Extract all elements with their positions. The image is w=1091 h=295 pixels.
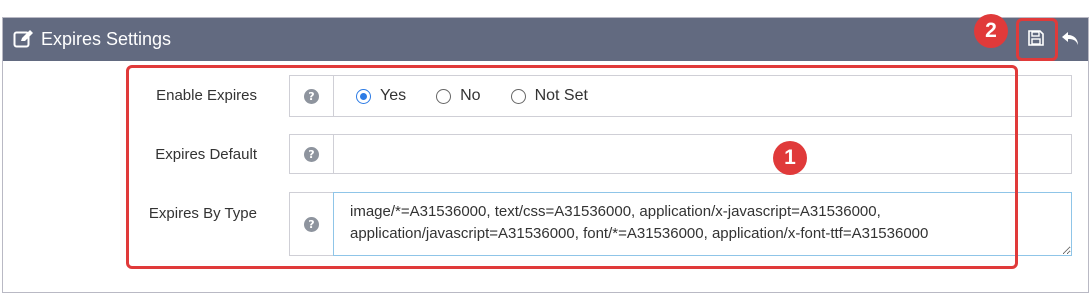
radio-not-set-dot[interactable] xyxy=(510,88,526,104)
callout-badge-2: 2 xyxy=(974,14,1008,48)
undo-arrow-icon xyxy=(1060,29,1080,52)
panel-header: Expires Settings xyxy=(3,18,1088,61)
expires-by-type-label: Expires By Type xyxy=(148,205,257,222)
undo-button[interactable] xyxy=(1053,22,1087,58)
panel-title-text: Expires Settings xyxy=(41,29,172,49)
radio-no-dot[interactable] xyxy=(436,88,452,104)
panel-title: Expires Settings xyxy=(13,28,171,50)
expires-default-label: Expires Default xyxy=(155,146,257,163)
save-button[interactable] xyxy=(1018,22,1054,58)
radio-not-set-label: Not Set xyxy=(534,87,588,104)
expires-by-type-textarea[interactable]: image/*=A31536000, text/css=A31536000, a… xyxy=(333,192,1072,256)
edit-icon xyxy=(13,29,35,49)
help-icon: ? xyxy=(304,216,319,232)
enable-expires-help[interactable]: ? xyxy=(289,75,334,117)
expires-default-input[interactable] xyxy=(333,134,1072,174)
callout-badge-1: 1 xyxy=(773,141,807,175)
radio-yes-dot[interactable] xyxy=(356,88,371,104)
radio-no[interactable]: No xyxy=(436,87,481,105)
enable-expires-label: Enable Expires xyxy=(156,87,257,104)
help-icon: ? xyxy=(304,146,319,162)
radio-not-set[interactable]: Not Set xyxy=(510,87,588,105)
radio-yes-label: Yes xyxy=(380,87,407,104)
help-icon: ? xyxy=(304,88,319,104)
radio-no-label: No xyxy=(460,87,481,104)
expires-by-type-help[interactable]: ? xyxy=(289,192,334,256)
expires-default-help[interactable]: ? xyxy=(289,134,334,174)
radio-yes[interactable]: Yes xyxy=(356,87,406,105)
enable-expires-options: Yes No Not Set xyxy=(333,75,1072,117)
floppy-disk-icon xyxy=(1028,29,1044,51)
